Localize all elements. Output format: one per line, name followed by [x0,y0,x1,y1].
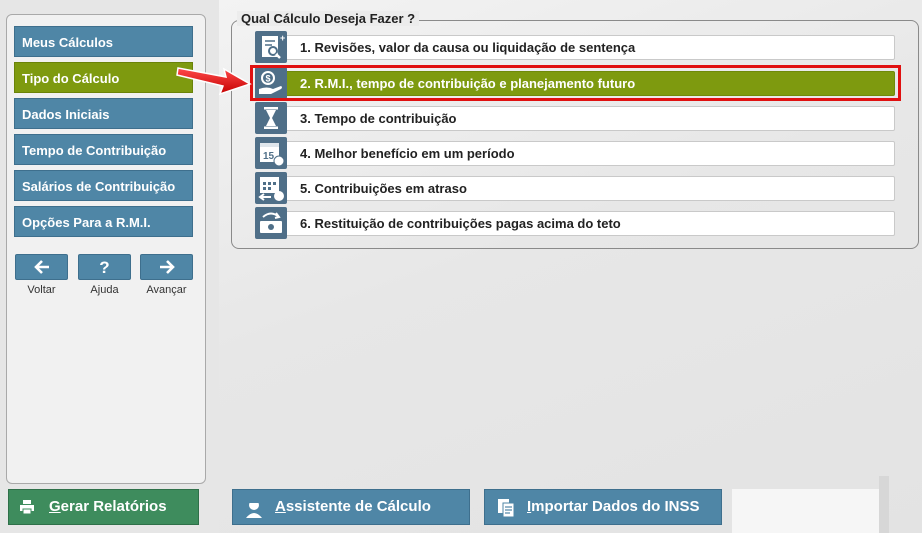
calculation-assistant-button[interactable]: Assistente de Cálculo [232,489,470,525]
option-tempo-de-contribuicao[interactable]: 3. Tempo de contribuição [255,106,895,131]
option-restituicao[interactable]: 6. Restituição de contribuições pagas ac… [255,211,895,236]
sidebar-item-dados-iniciais[interactable]: Dados Iniciais [14,98,193,129]
arrow-left-icon [33,260,49,274]
option-contribuicoes-em-atraso[interactable]: 5. Contribuições em atraso [255,176,895,201]
pointer-arrow-icon [176,67,252,96]
option-melhor-beneficio[interactable]: 4. Melhor benefício em um período [255,141,895,166]
hourglass-icon [255,102,287,134]
report-button-label: erar Relatórios [60,498,167,515]
calendar-money-icon [255,172,287,204]
scrollbar-stub[interactable] [879,476,889,533]
group-legend: Qual Cálculo Deseja Fazer ? [237,11,420,26]
arrow-right-icon [159,260,175,274]
empty-footer-panel [732,489,887,533]
back-label: Voltar [27,284,56,296]
import-inss-button[interactable]: Importar Dados do INSS [484,489,722,525]
forward-button[interactable] [140,254,193,280]
document-search-icon: + [255,31,287,63]
assistant-button-accesskey: A [275,498,286,515]
money-refund-icon [255,207,287,239]
assistant-icon [246,500,262,518]
forward-label: Avançar [146,284,187,296]
import-button-label: mportar Dados do INSS [531,498,700,515]
question-icon: ? [99,258,110,277]
sidebar-item-meus-calculos[interactable]: Meus Cálculos [14,26,193,57]
assistant-button-label: ssistente de Cálculo [285,498,431,515]
back-button[interactable] [15,254,68,280]
generate-reports-button[interactable]: Gerar Relatórios [8,489,199,525]
printer-icon [20,500,34,515]
help-button[interactable]: ? [78,254,131,280]
import-document-icon [498,499,515,518]
selection-highlight [250,65,901,101]
sidebar-item-salarios-de-contribuicao[interactable]: Salários de Contribuição [14,170,193,201]
option-revisoes[interactable]: 1. Revisões, valor da causa ou liquidaçã… [255,35,895,60]
sidebar-item-tipo-do-calculo[interactable]: Tipo do Cálculo [14,62,193,93]
calendar-15-icon: 15 [255,137,287,169]
sidebar-item-tempo-de-contribuicao[interactable]: Tempo de Contribuição [14,134,193,165]
svg-text:+: + [280,33,285,43]
sidebar-item-opcoes-rmi[interactable]: Opções Para a R.M.I. [14,206,193,237]
help-label: Ajuda [90,284,119,296]
report-button-accesskey: G [49,498,61,515]
svg-text:15: 15 [263,151,275,162]
